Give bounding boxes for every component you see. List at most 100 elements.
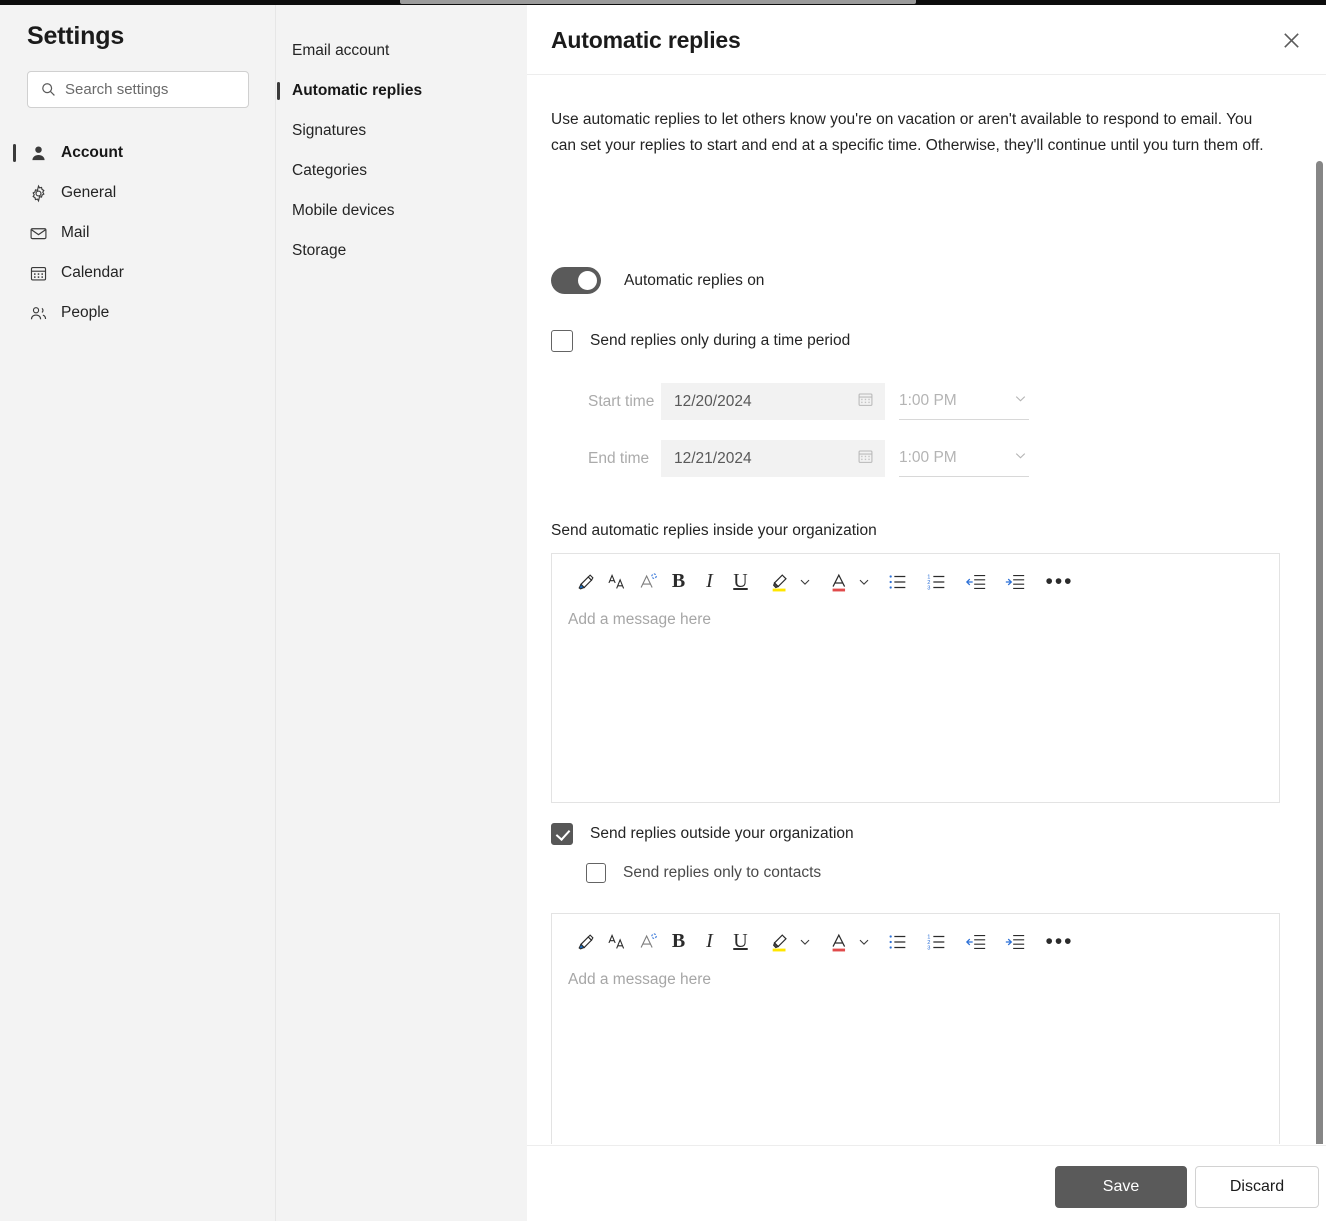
outside-org-checkbox-row[interactable]: Send replies outside your organization [551, 823, 854, 845]
person-icon [27, 142, 49, 164]
time-period-checkbox[interactable] [551, 330, 573, 352]
settings-window: Settings Search settings Account General… [0, 0, 1326, 1221]
selection-indicator [277, 82, 280, 100]
calendar-icon [857, 448, 874, 470]
sidebar-item-account[interactable]: Account [0, 133, 275, 173]
scrollbar-thumb[interactable] [1316, 161, 1323, 1144]
increase-indent-icon[interactable] [999, 566, 1030, 597]
calendar-icon [857, 391, 874, 413]
subnav-item-label: Email account [292, 42, 390, 59]
outside-org-editor: B I U 1 2 3 ••• Add a message here [551, 913, 1280, 1144]
inside-org-message-input[interactable]: Add a message here [552, 609, 1279, 799]
start-time-input[interactable]: 1:00 PM [899, 383, 1029, 420]
sidebar-item-general[interactable]: General [0, 173, 275, 213]
more-options-icon[interactable]: ••• [1044, 926, 1075, 957]
numbered-list-icon[interactable]: 123 [921, 566, 952, 597]
subnav-item-label: Storage [292, 242, 347, 259]
svg-text:3: 3 [927, 585, 930, 591]
outside-org-message-placeholder: Add a message here [568, 971, 712, 988]
format-painter-icon[interactable] [570, 926, 601, 957]
chevron-down-icon[interactable] [795, 928, 815, 956]
discard-button[interactable]: Discard [1195, 1166, 1319, 1208]
panel-scrollbar[interactable] [1313, 151, 1325, 1144]
subnav-item-label: Signatures [292, 122, 367, 139]
subnav-item-automatic-replies[interactable]: Automatic replies [276, 71, 528, 111]
start-time-value: 1:00 PM [899, 392, 957, 409]
format-painter-icon[interactable] [570, 566, 601, 597]
highlight-icon[interactable] [764, 566, 795, 597]
sidebar-item-label: People [61, 304, 110, 321]
sidebar-nav: Account General Mail Calendar People [0, 133, 275, 333]
chevron-down-icon[interactable] [795, 568, 815, 596]
start-date-value: 12/20/2024 [674, 392, 752, 410]
calendar-icon [27, 262, 49, 284]
time-period-checkbox-label: Send replies only during a time period [590, 332, 851, 349]
svg-text:3: 3 [927, 945, 930, 951]
numbered-list-icon[interactable]: 123 [921, 926, 952, 957]
inside-org-message-placeholder: Add a message here [568, 611, 712, 628]
sidebar-item-mail[interactable]: Mail [0, 213, 275, 253]
contacts-only-checkbox[interactable] [586, 863, 606, 883]
automatic-replies-toggle[interactable] [551, 267, 601, 294]
sidebar-item-label: Calendar [61, 264, 124, 281]
decrease-indent-icon[interactable] [960, 566, 991, 597]
contacts-only-checkbox-row[interactable]: Send replies only to contacts [586, 863, 821, 883]
decrease-indent-icon[interactable] [960, 926, 991, 957]
chevron-down-icon [1012, 447, 1029, 469]
end-time-row: End time 12/21/2024 1:00 PM [551, 430, 1071, 487]
automatic-replies-toggle-row: Automatic replies on [551, 267, 764, 294]
subnav-item-label: Automatic replies [292, 82, 423, 99]
chevron-down-icon[interactable] [854, 568, 874, 596]
grow-font-icon[interactable] [601, 926, 632, 957]
font-color-icon[interactable] [823, 566, 854, 597]
close-icon[interactable] [1272, 21, 1310, 59]
subnav-item-mobile-devices[interactable]: Mobile devices [276, 191, 528, 231]
end-time-label: End time [588, 449, 650, 467]
panel-title: Automatic replies [551, 27, 741, 53]
panel-footer: Save Discard [527, 1145, 1326, 1221]
search-input[interactable]: Search settings [27, 71, 249, 108]
end-time-input[interactable]: 1:00 PM [899, 440, 1029, 477]
highlight-icon[interactable] [764, 926, 795, 957]
inside-org-rich-text-toolbar: B I U 1 2 3 ••• [552, 554, 1279, 609]
subnav-item-storage[interactable]: Storage [276, 231, 528, 271]
clear-format-icon[interactable] [632, 566, 663, 597]
italic-icon[interactable]: I [694, 926, 725, 957]
outside-org-message-input[interactable]: Add a message here [552, 969, 1279, 1144]
sidebar-item-label: Account [61, 144, 123, 161]
bold-icon[interactable]: B [663, 566, 694, 597]
font-color-icon[interactable] [823, 926, 854, 957]
subnav-item-email-account[interactable]: Email account [276, 31, 528, 71]
chevron-down-icon[interactable] [854, 928, 874, 956]
underline-icon[interactable]: U [725, 566, 756, 597]
start-date-input[interactable]: 12/20/2024 [661, 383, 885, 420]
save-button[interactable]: Save [1055, 1166, 1187, 1208]
more-options-icon[interactable]: ••• [1044, 566, 1075, 597]
chevron-down-icon [1012, 390, 1029, 412]
sidebar-item-calendar[interactable]: Calendar [0, 253, 275, 293]
settings-subnav: Email account Automatic replies Signatur… [275, 5, 527, 1221]
bold-icon[interactable]: B [663, 926, 694, 957]
bulleted-list-icon[interactable] [882, 566, 913, 597]
outside-org-checkbox[interactable] [551, 823, 573, 845]
subnav-list: Email account Automatic replies Signatur… [276, 31, 528, 271]
contacts-only-checkbox-label: Send replies only to contacts [623, 864, 822, 881]
start-time-label: Start time [588, 392, 655, 410]
subnav-item-signatures[interactable]: Signatures [276, 111, 528, 151]
end-time-value: 1:00 PM [899, 449, 957, 466]
settings-sidebar: Settings Search settings Account General… [0, 5, 275, 1221]
increase-indent-icon[interactable] [999, 926, 1030, 957]
sidebar-item-people[interactable]: People [0, 293, 275, 333]
italic-icon[interactable]: I [694, 566, 725, 597]
end-date-input[interactable]: 12/21/2024 [661, 440, 885, 477]
clear-format-icon[interactable] [632, 926, 663, 957]
subnav-item-categories[interactable]: Categories [276, 151, 528, 191]
bulleted-list-icon[interactable] [882, 926, 913, 957]
page-title: Settings [27, 22, 125, 50]
grow-font-icon[interactable] [601, 566, 632, 597]
toggle-label: Automatic replies on [624, 271, 765, 289]
subnav-item-label: Mobile devices [292, 202, 395, 219]
time-period-checkbox-row[interactable]: Send replies only during a time period [551, 330, 850, 352]
people-icon [27, 302, 49, 324]
underline-icon[interactable]: U [725, 926, 756, 957]
